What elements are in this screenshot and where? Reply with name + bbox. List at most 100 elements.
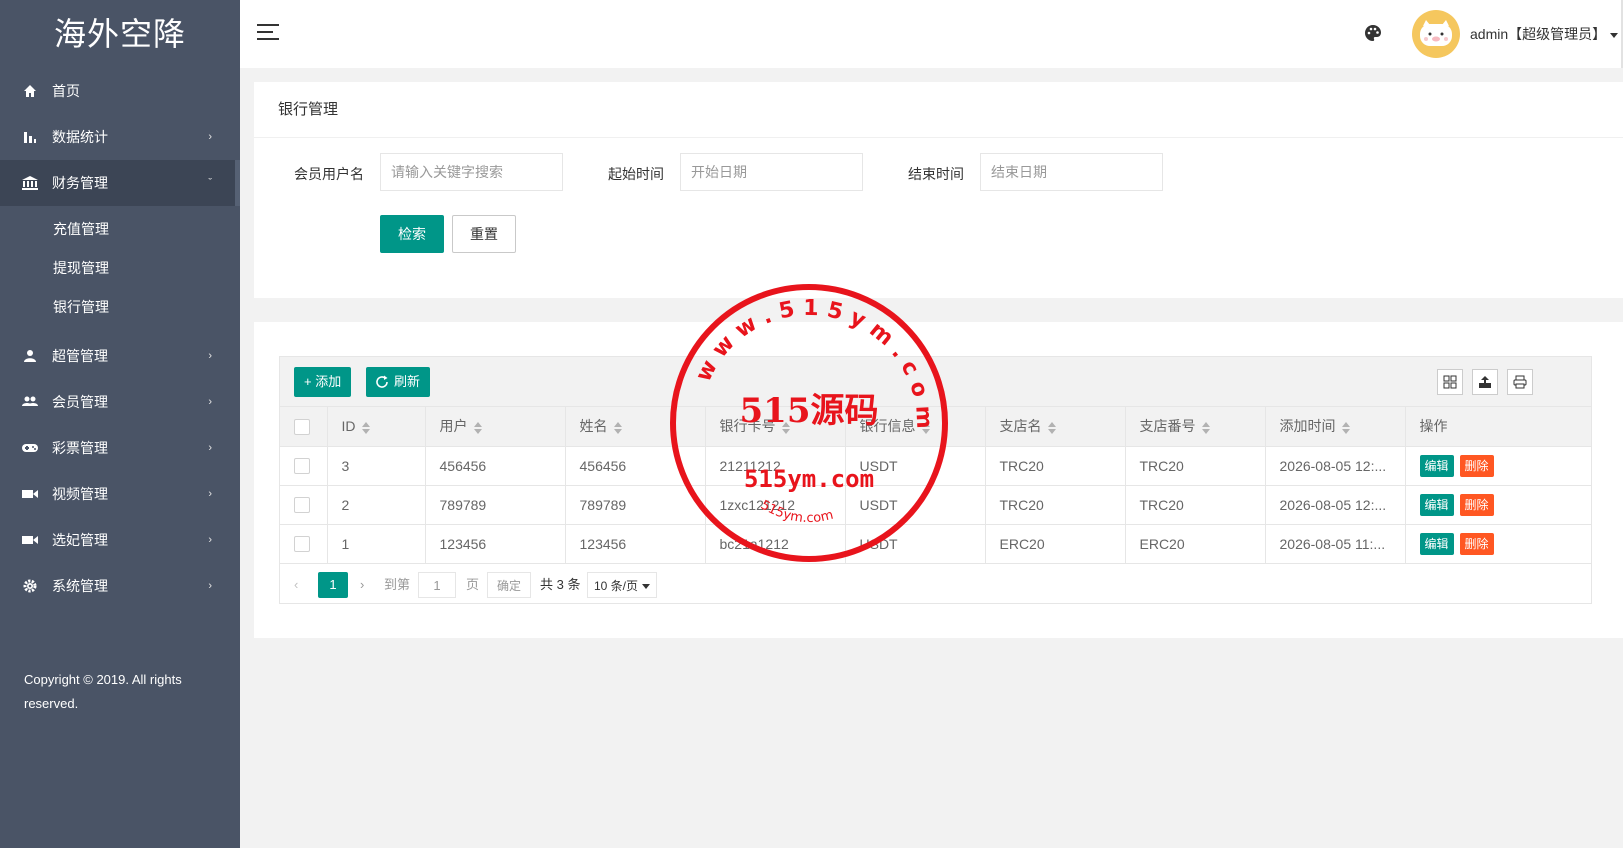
sidebar-item-finance[interactable]: 财务管理 ˇ xyxy=(0,160,240,206)
user-icon xyxy=(22,348,38,364)
header-branch-number[interactable]: 支店番号 xyxy=(1125,407,1266,447)
page-unit-label: 页 xyxy=(466,576,480,592)
start-date-input[interactable]: 开始日期 xyxy=(680,153,863,191)
app-logo: 海外空降 xyxy=(53,16,186,52)
columns-icon[interactable] xyxy=(1437,369,1463,395)
cell-bank: USDT xyxy=(845,485,986,525)
prev-page-icon[interactable]: ‹ xyxy=(294,572,298,598)
home-icon xyxy=(22,83,38,99)
chevron-right-icon: › xyxy=(208,534,212,546)
cell-user: 789789 xyxy=(425,485,566,525)
header-card-number[interactable]: 银行卡号 xyxy=(705,407,846,447)
page-title: 银行管理 xyxy=(254,82,1623,138)
sidebar-item-members[interactable]: 会员管理 › xyxy=(0,379,240,425)
data-table: + 添加 刷新 ID 用户 姓名 银行卡号 银行信息 支店名 支店番号 添加时间… xyxy=(279,356,1592,604)
header-actions: 操作 xyxy=(1405,407,1591,447)
table-card: + 添加 刷新 ID 用户 姓名 银行卡号 银行信息 支店名 支店番号 添加时间… xyxy=(254,322,1623,638)
video-camera-icon xyxy=(22,532,38,548)
row-checkbox[interactable] xyxy=(294,497,310,514)
cell-id: 3 xyxy=(327,446,426,486)
sidebar-item-label: 彩票管理 xyxy=(52,440,108,456)
sort-icon[interactable] xyxy=(781,421,790,434)
sidebar-item-label: 超管管理 xyxy=(52,348,108,364)
sort-icon[interactable] xyxy=(613,421,622,434)
sidebar-item-home[interactable]: 首页 xyxy=(0,68,240,114)
cell-user: 456456 xyxy=(425,446,566,486)
chevron-right-icon: › xyxy=(208,131,212,143)
cell-branch-no: TRC20 xyxy=(1125,485,1266,525)
header-added-time[interactable]: 添加时间 xyxy=(1265,407,1406,447)
refresh-icon xyxy=(376,375,388,388)
goto-confirm-button[interactable]: 确定 xyxy=(487,571,531,598)
sort-icon[interactable] xyxy=(361,421,370,434)
page-size-select[interactable]: 10 条/页 xyxy=(587,571,657,598)
username-search-input[interactable]: 请输入关键字搜索 xyxy=(380,153,563,191)
cell-card: bc21a1212 xyxy=(705,524,846,564)
palette-icon[interactable] xyxy=(1364,24,1382,42)
chevron-right-icon: › xyxy=(208,396,212,408)
menu-toggle-icon[interactable] xyxy=(257,24,279,42)
gamepad-icon xyxy=(22,440,38,456)
next-page-icon[interactable]: › xyxy=(360,572,364,598)
sort-icon[interactable] xyxy=(473,421,482,434)
add-button[interactable]: + 添加 xyxy=(294,367,352,397)
sidebar-item-label: 选妃管理 xyxy=(52,532,108,548)
edit-button[interactable]: 编辑 xyxy=(1419,493,1454,516)
page-1-button[interactable]: 1 xyxy=(318,571,348,598)
caret-down-icon xyxy=(1610,32,1619,38)
sidebar-item-label: 数据统计 xyxy=(52,129,108,145)
sidebar-item-system[interactable]: 系统管理 › xyxy=(0,563,240,609)
chevron-down-icon: ˇ xyxy=(208,177,212,189)
username-label: 会员用户名 xyxy=(294,166,364,182)
bar-chart-icon xyxy=(22,129,38,145)
avatar[interactable] xyxy=(1412,10,1460,58)
sidebar: 海外空降 首页 数据统计 › 财务管理 ˇ 充值管理 提现管理 银行管理 超管管… xyxy=(0,0,240,848)
chevron-right-icon: › xyxy=(208,580,212,592)
sort-icon[interactable] xyxy=(1201,421,1210,434)
cell-time: 2026-08-05 11:... xyxy=(1265,524,1406,564)
refresh-button[interactable]: 刷新 xyxy=(366,367,431,397)
table-row: 1 123456 123456 bc21a1212 USDT ERC20 ERC… xyxy=(280,524,1591,564)
print-icon[interactable] xyxy=(1507,369,1533,395)
cell-name: 789789 xyxy=(565,485,706,525)
cell-name: 123456 xyxy=(565,524,706,564)
cell-branch-no: TRC20 xyxy=(1125,446,1266,486)
goto-page-input[interactable]: 1 xyxy=(418,571,456,598)
header-branch[interactable]: 支店名 xyxy=(985,407,1126,447)
chevron-right-icon: › xyxy=(208,350,212,362)
gear-icon xyxy=(22,578,38,594)
header-id[interactable]: ID xyxy=(327,407,426,447)
edit-button[interactable]: 编辑 xyxy=(1419,532,1454,555)
sidebar-item-statistics[interactable]: 数据统计 › xyxy=(0,114,240,160)
chevron-right-icon: › xyxy=(208,488,212,500)
export-icon[interactable] xyxy=(1472,369,1498,395)
reset-button[interactable]: 重置 xyxy=(452,215,516,253)
user-menu[interactable]: admin【超级管理员】 xyxy=(1470,24,1619,44)
row-checkbox[interactable] xyxy=(294,536,310,553)
sidebar-subitem-bank[interactable]: 银行管理 xyxy=(0,288,240,327)
delete-button[interactable]: 删除 xyxy=(1459,493,1494,516)
search-button[interactable]: 检索 xyxy=(380,215,444,253)
cell-branch-no: ERC20 xyxy=(1125,524,1266,564)
sidebar-item-admin[interactable]: 超管管理 › xyxy=(0,333,240,379)
sidebar-item-lottery[interactable]: 彩票管理 › xyxy=(0,425,240,471)
sort-icon[interactable] xyxy=(921,421,930,434)
delete-button[interactable]: 删除 xyxy=(1459,454,1494,477)
header-user[interactable]: 用户 xyxy=(425,407,566,447)
row-checkbox[interactable] xyxy=(294,458,310,475)
sidebar-item-label: 系统管理 xyxy=(52,578,108,594)
header-name[interactable]: 姓名 xyxy=(565,407,706,447)
sidebar-item-videos[interactable]: 视频管理 › xyxy=(0,471,240,517)
end-date-input[interactable]: 结束日期 xyxy=(980,153,1163,191)
delete-button[interactable]: 删除 xyxy=(1459,532,1494,555)
edit-button[interactable]: 编辑 xyxy=(1419,454,1454,477)
sort-icon[interactable] xyxy=(1047,421,1056,434)
cell-card: 1zxc121212 xyxy=(705,485,846,525)
select-all-checkbox[interactable] xyxy=(294,418,310,435)
sidebar-subitem-withdraw[interactable]: 提现管理 xyxy=(0,249,240,288)
sort-icon[interactable] xyxy=(1341,421,1350,434)
sidebar-item-selection[interactable]: 选妃管理 › xyxy=(0,517,240,563)
sidebar-subitem-recharge[interactable]: 充值管理 xyxy=(0,210,240,249)
cell-branch: TRC20 xyxy=(985,485,1126,525)
header-bank-info[interactable]: 银行信息 xyxy=(845,407,986,447)
